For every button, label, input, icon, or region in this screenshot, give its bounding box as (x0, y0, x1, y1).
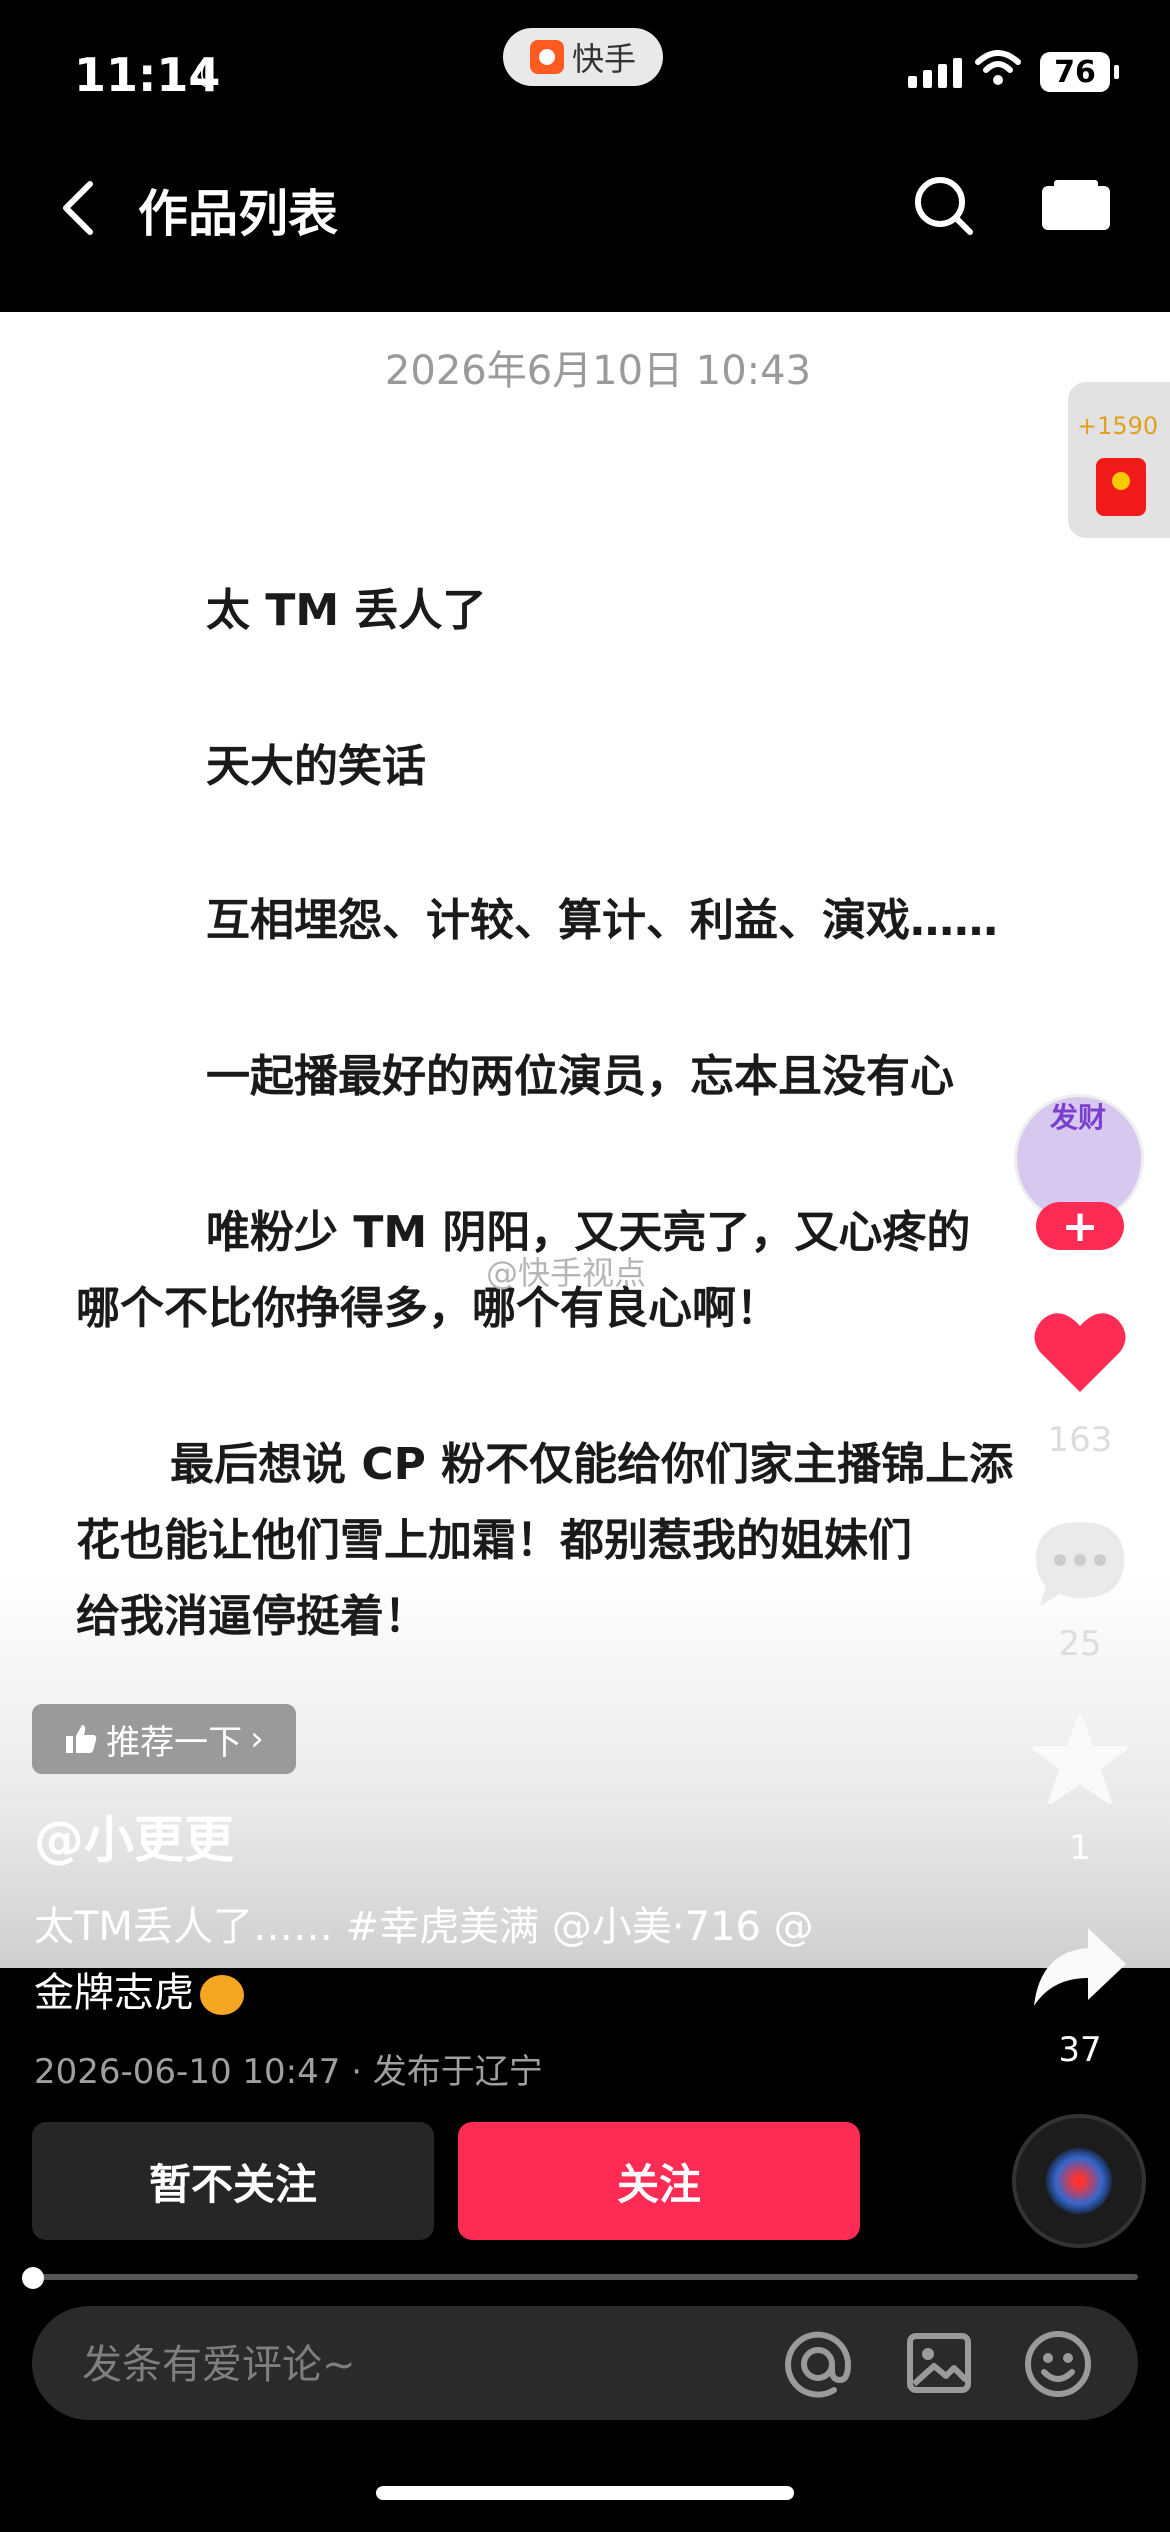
follow-plus-button[interactable]: + (1036, 1201, 1124, 1252)
post-line-3: 互相埋怨、计较、算计、利益、演戏…… (206, 895, 998, 946)
wifi-icon (975, 50, 1021, 85)
post-line-8: 花也能让他们雪上加霜！都别惹我的姐妹们 (76, 1515, 912, 1566)
at-mention-icon[interactable] (782, 2328, 854, 2400)
post-line-2: 天大的笑话 (206, 741, 426, 792)
post-line-6: 哪个不比你挣得多，哪个有良心啊！ (76, 1283, 780, 1334)
app-indicator: 快手 (503, 28, 663, 86)
avatar-caption: 发财 (1050, 1101, 1107, 1134)
post-line-1: 太 TM 丢人了 (206, 585, 487, 636)
comment-count: 25 (1058, 1624, 1102, 1664)
author-name[interactable]: @小更更 (34, 1800, 234, 1872)
red-packet-icon (1096, 458, 1146, 516)
publish-info: 2026-06-10 10:47 · 发布于辽宁 (34, 2052, 543, 2092)
playback-progress-track[interactable] (32, 2274, 1138, 2280)
chevron-right-icon: › (250, 1719, 264, 1759)
favorite-star-icon[interactable] (1030, 1712, 1130, 1808)
caption-line-2[interactable]: 金牌志虎 (34, 1960, 244, 2018)
reward-label: +1590 (1077, 412, 1159, 440)
like-heart-icon[interactable] (1032, 1306, 1128, 1396)
page-title: 作品列表 (138, 185, 338, 243)
thumbs-up-icon (66, 1725, 97, 1753)
back-arrow-icon[interactable] (58, 180, 98, 236)
playback-progress-handle[interactable] (22, 2267, 44, 2289)
favorite-count: 1 (1069, 1828, 1091, 1868)
like-count: 163 (1047, 1420, 1113, 1460)
post-date: 2026年6月10日 10:43 (384, 348, 812, 394)
comment-icon[interactable] (1030, 1516, 1130, 1612)
post-line-9: 给我消逼停挺着！ (76, 1591, 428, 1642)
share-arrow-icon[interactable] (1030, 1922, 1130, 2012)
home-indicator[interactable] (376, 2486, 794, 2500)
share-count: 37 (1058, 2030, 1102, 2070)
signal-icon (908, 58, 962, 88)
recommend-button[interactable]: 推荐一下 › (32, 1704, 296, 1774)
screen-cast-icon[interactable] (1040, 180, 1112, 232)
follow-button[interactable]: 关注 (458, 2122, 860, 2240)
tiger-emoji-icon (200, 1975, 244, 2015)
search-icon[interactable] (912, 174, 976, 238)
caption-mention[interactable]: 金牌志虎 (34, 1970, 194, 2016)
image-icon[interactable] (904, 2328, 974, 2398)
music-disc[interactable] (1012, 2114, 1146, 2248)
not-follow-button[interactable]: 暂不关注 (32, 2122, 434, 2240)
app-name: 快手 (571, 40, 636, 78)
post-line-7: 最后想说 CP 粉不仅能给你们家主播锦上添 (170, 1439, 1014, 1490)
emoji-icon[interactable] (1022, 2328, 1094, 2400)
kuaishou-logo-icon (529, 40, 564, 74)
recommend-label: 推荐一下 (106, 1722, 243, 1763)
watermark: @快手视点 (486, 1254, 647, 1292)
battery-indicator: 76 (1040, 52, 1119, 92)
caption-line-1[interactable]: 太TM丢人了…… #幸虎美满 @小美·716 @ (34, 1894, 814, 1952)
post-line-4: 一起播最好的两位演员，忘本且没有心 (206, 1051, 954, 1102)
comment-input[interactable] (80, 2334, 764, 2396)
moon-icon: ☾ (192, 52, 228, 98)
